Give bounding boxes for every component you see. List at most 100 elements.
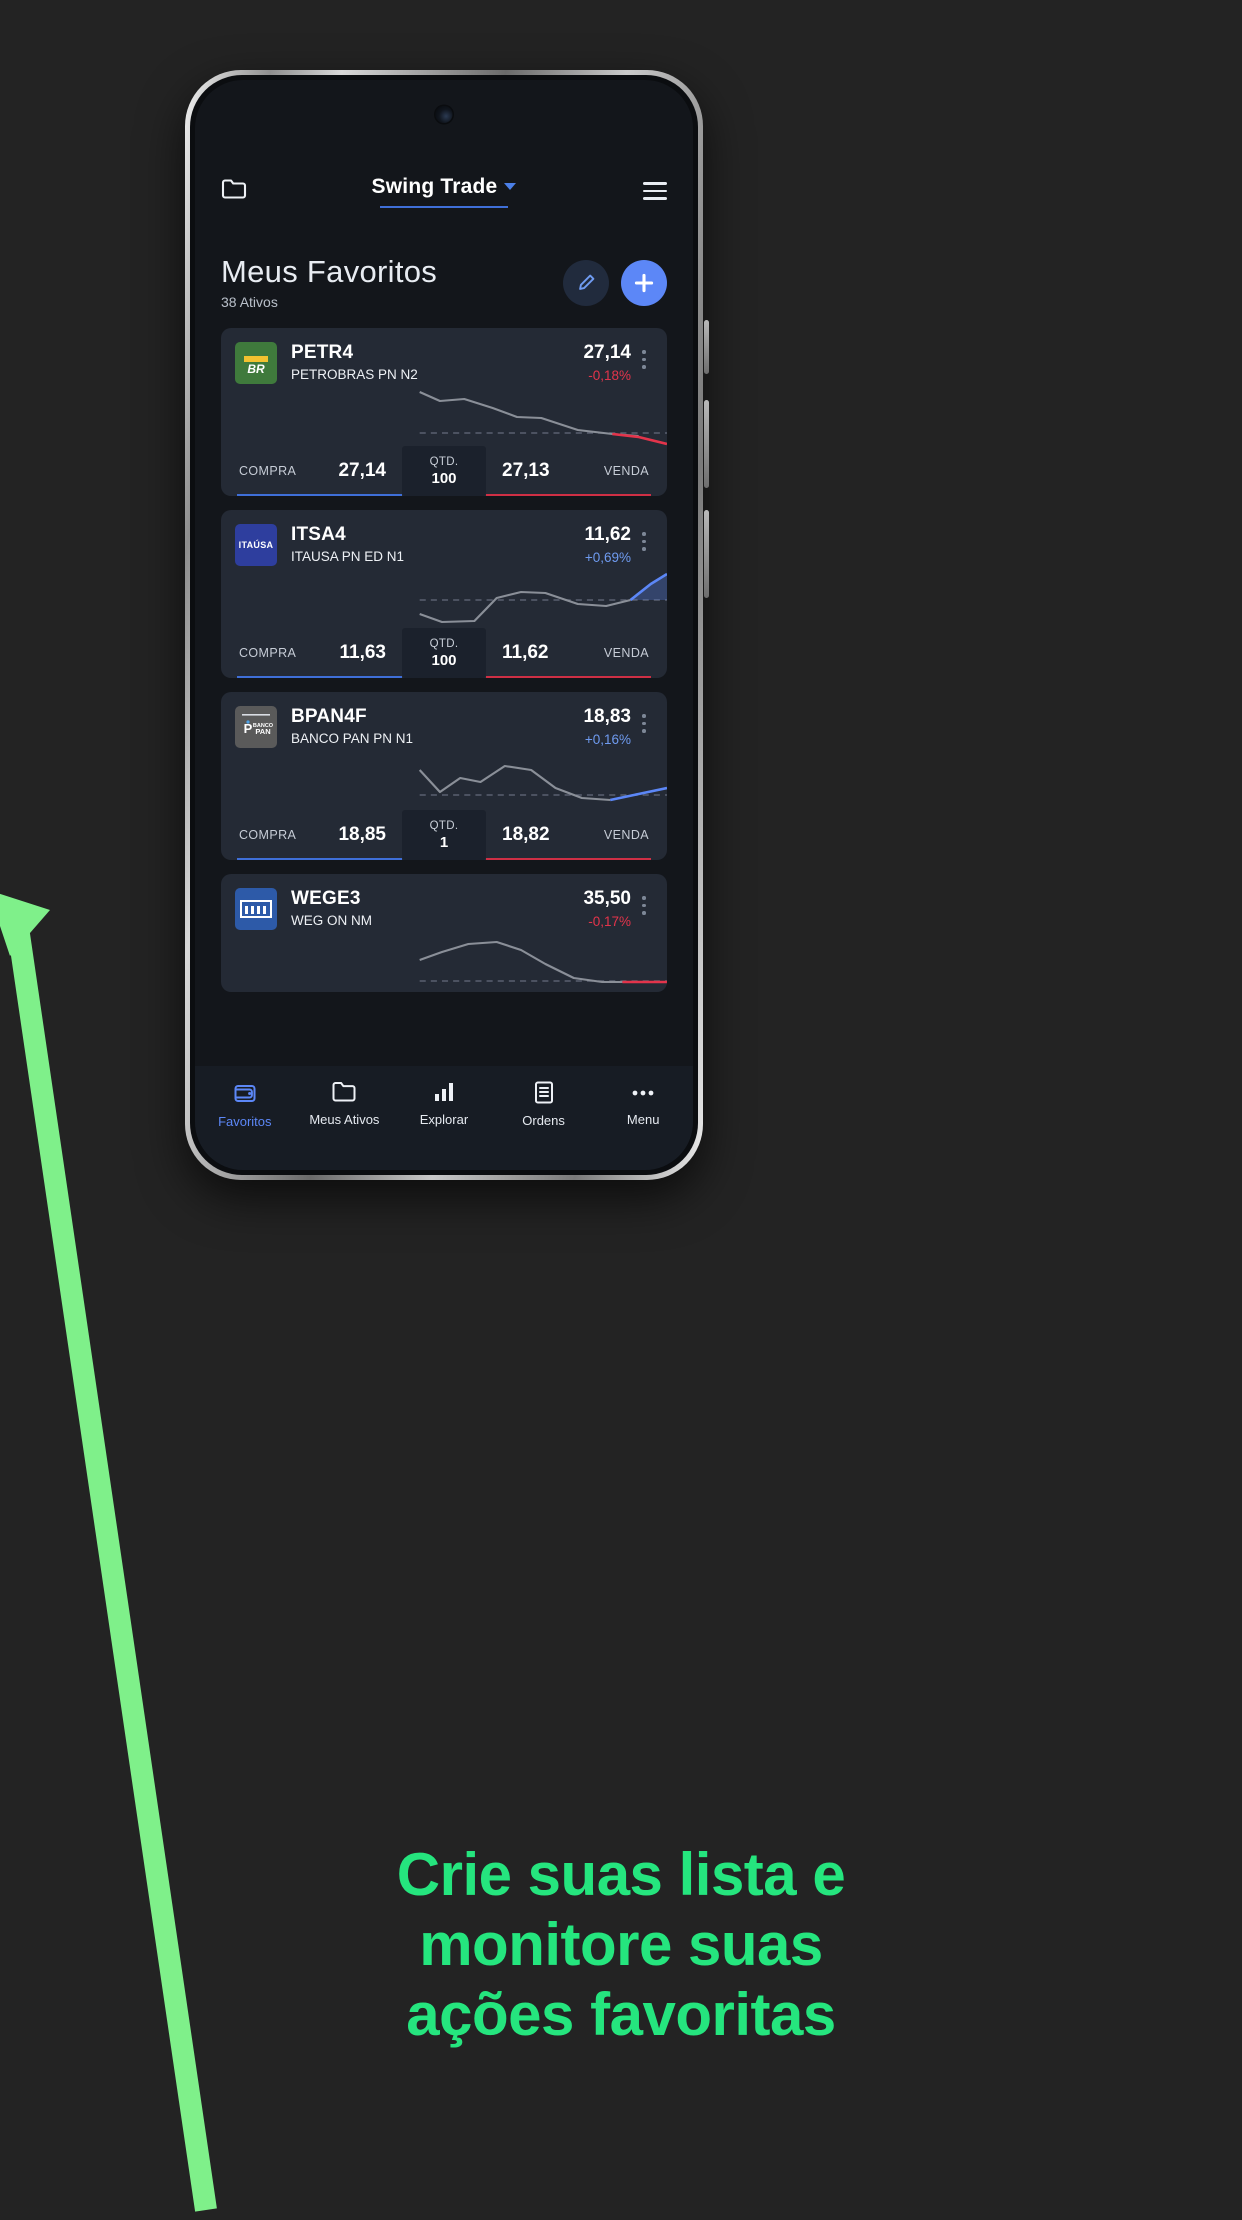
company-name: BANCO PAN PN N1 (291, 731, 414, 746)
sell-side[interactable]: 11,62 VENDA (486, 628, 667, 678)
logo-itausa: ITAÚSA (235, 524, 277, 566)
trade-row[interactable]: COMPRA 18,85 QTD. 1 18,82 VENDA (221, 810, 667, 860)
quantity-label: QTD. (429, 637, 459, 650)
nav-label: Meus Ativos (309, 1112, 380, 1127)
price-change: +0,69% (584, 550, 631, 565)
buy-price: 11,63 (339, 642, 387, 663)
ticker-symbol: ITSA4 (291, 524, 346, 545)
tagline-line-2: monitore suas (419, 1911, 823, 1979)
card-options-icon[interactable] (635, 706, 653, 733)
bar-chart-icon (434, 1083, 453, 1101)
watchlist-title: Swing Trade (371, 174, 498, 198)
quantity-label: QTD. (429, 455, 459, 468)
nav-label: Favoritos (218, 1114, 272, 1129)
chevron-down-icon (504, 183, 517, 190)
bottom-navigation: Favoritos Meus Ativos Explorar Ordens Me… (195, 1066, 693, 1170)
svg-text:PAN: PAN (255, 727, 270, 736)
phone-button-volume-down (704, 510, 709, 598)
document-icon (534, 1081, 553, 1104)
phone-mockup: Swing Trade Meus Favoritos 38 Ativos BR … (185, 70, 709, 1180)
asset-count: 38 Ativos (221, 293, 278, 310)
last-price: 35,50 (583, 888, 631, 909)
ticker-symbol: WEGE3 (291, 888, 361, 909)
hamburger-icon[interactable] (643, 182, 667, 200)
phone-button-power (704, 320, 709, 374)
stock-card-bpan4f[interactable]: P BANCO PAN BPAN4F BANCO PAN PN N1 18,83… (221, 692, 667, 860)
folder-icon[interactable] (221, 178, 247, 205)
favorites-list[interactable]: BR PETR4 PETROBRAS PN N2 27,14 -0,18% CO… (221, 328, 667, 1066)
buy-price: 27,14 (338, 460, 386, 481)
trade-row[interactable]: COMPRA 27,14 QTD. 100 27,13 VENDA (221, 446, 667, 496)
tagline-line-1: Crie suas lista e (396, 1841, 846, 1908)
buy-price: 18,85 (338, 824, 386, 845)
marketing-tagline: Crie suas lista e monitore suas ações fa… (0, 1840, 1242, 2051)
favorites-header: Meus Favoritos 38 Ativos (221, 254, 667, 310)
last-price: 11,62 (584, 524, 632, 545)
quantity-box[interactable]: QTD. 100 (402, 628, 486, 678)
pencil-icon (579, 274, 595, 290)
buy-side[interactable]: COMPRA 18,85 (221, 810, 402, 860)
ticker-symbol: PETR4 (291, 342, 354, 363)
plus-icon (634, 273, 654, 292)
folder-icon (332, 1082, 356, 1102)
sell-side[interactable]: 18,82 VENDA (486, 810, 667, 860)
sell-price: 27,13 (502, 460, 550, 481)
add-asset-button[interactable] (621, 259, 667, 306)
sparkline-chart (419, 391, 667, 446)
app-screen: Swing Trade Meus Favoritos 38 Ativos BR … (195, 80, 693, 1170)
sell-label: VENDA (603, 828, 649, 842)
phone-button-volume-up (704, 400, 709, 488)
quantity-value: 100 (431, 651, 457, 669)
front-camera-icon (435, 106, 453, 123)
price-change: -0,18% (588, 368, 631, 383)
nav-item-menu[interactable]: Menu (593, 1080, 693, 1127)
title-underline (380, 205, 508, 208)
sell-side[interactable]: 27,13 VENDA (486, 446, 667, 496)
svg-text:BR: BR (247, 362, 265, 376)
price-change: -0,17% (588, 914, 631, 929)
nav-item-favoritos[interactable]: Favoritos (195, 1080, 295, 1129)
edit-list-button[interactable] (563, 259, 609, 306)
logo-weg (235, 888, 277, 930)
sell-price: 11,62 (502, 642, 549, 663)
last-price: 27,14 (583, 342, 631, 363)
trade-row[interactable]: COMPRA 11,63 QTD. 100 11,62 VENDA (221, 628, 667, 678)
stock-card-petr4[interactable]: BR PETR4 PETROBRAS PN N2 27,14 -0,18% CO… (221, 328, 667, 496)
watchlist-selector[interactable]: Swing Trade (372, 175, 517, 199)
card-options-icon[interactable] (635, 888, 653, 915)
stock-card-wege3[interactable]: WEGE3 WEG ON NM 35,50 -0,17% (221, 874, 667, 992)
buy-label: COMPRA (239, 646, 297, 660)
quantity-box[interactable]: QTD. 1 (402, 810, 486, 860)
quantity-box[interactable]: QTD. 100 (402, 446, 486, 496)
svg-text:P: P (244, 721, 253, 736)
logo-petrobras: BR (235, 342, 277, 384)
last-price: 18,83 (583, 706, 631, 727)
buy-label: COMPRA (239, 464, 297, 478)
sell-label: VENDA (603, 464, 649, 478)
nav-item-explorar[interactable]: Explorar (394, 1080, 494, 1127)
card-options-icon[interactable] (635, 342, 653, 369)
nav-item-ordens[interactable]: Ordens (494, 1080, 594, 1128)
logo-text: ITAÚSA (238, 540, 274, 550)
sparkline-chart (419, 940, 667, 984)
quantity-value: 1 (439, 833, 449, 851)
nav-label: Ordens (522, 1113, 565, 1128)
company-name: WEG ON NM (291, 913, 372, 928)
quantity-value: 100 (431, 469, 457, 487)
price-change: +0,16% (584, 732, 631, 747)
sell-price: 18,82 (502, 824, 550, 845)
nav-label: Explorar (419, 1112, 469, 1127)
app-header: Swing Trade (195, 158, 693, 224)
company-name: ITAUSA PN ED N1 (291, 549, 405, 564)
page-title: Meus Favoritos (221, 254, 438, 289)
nav-item-meus-ativos[interactable]: Meus Ativos (295, 1080, 395, 1127)
stock-card-itsa4[interactable]: ITAÚSA ITSA4 ITAUSA PN ED N1 11,62 +0,69… (221, 510, 667, 678)
company-name: PETROBRAS PN N2 (291, 367, 418, 382)
buy-side[interactable]: COMPRA 27,14 (221, 446, 402, 496)
buy-side[interactable]: COMPRA 11,63 (221, 628, 402, 678)
ticker-symbol: BPAN4F (291, 706, 367, 727)
logo-banco-pan: P BANCO PAN (235, 706, 277, 748)
tagline-line-3: ações favoritas (406, 1981, 836, 2049)
card-options-icon[interactable] (635, 524, 653, 551)
sparkline-chart (419, 572, 667, 624)
